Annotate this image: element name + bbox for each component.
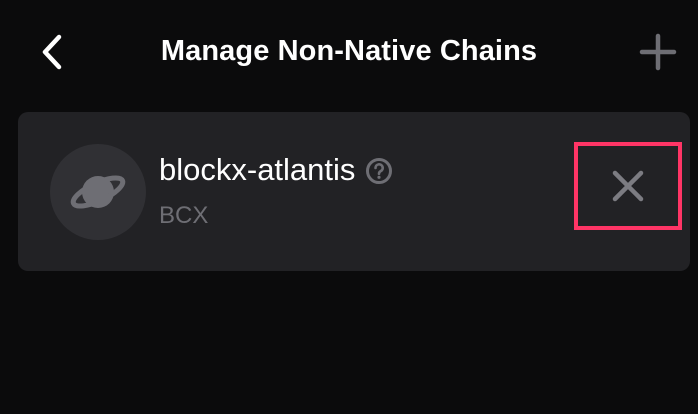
- question-circle-icon[interactable]: [365, 157, 393, 185]
- header: Manage Non-Native Chains: [0, 0, 698, 104]
- planet-icon: [70, 175, 126, 209]
- manage-chains-screen: Manage Non-Native Chains blockx-atlantis: [0, 0, 698, 414]
- chain-symbol: BCX: [159, 202, 209, 229]
- chain-name: blockx-atlantis: [159, 152, 356, 187]
- chain-list-item: blockx-atlantis BCX: [18, 112, 690, 271]
- chain-name-row: blockx-atlantis: [159, 150, 393, 190]
- add-chain-button[interactable]: [634, 28, 682, 76]
- remove-chain-button[interactable]: [574, 142, 682, 230]
- page-title: Manage Non-Native Chains: [160, 35, 538, 67]
- chain-avatar: [50, 144, 146, 240]
- plus-icon: [639, 33, 677, 71]
- close-icon: [612, 170, 644, 202]
